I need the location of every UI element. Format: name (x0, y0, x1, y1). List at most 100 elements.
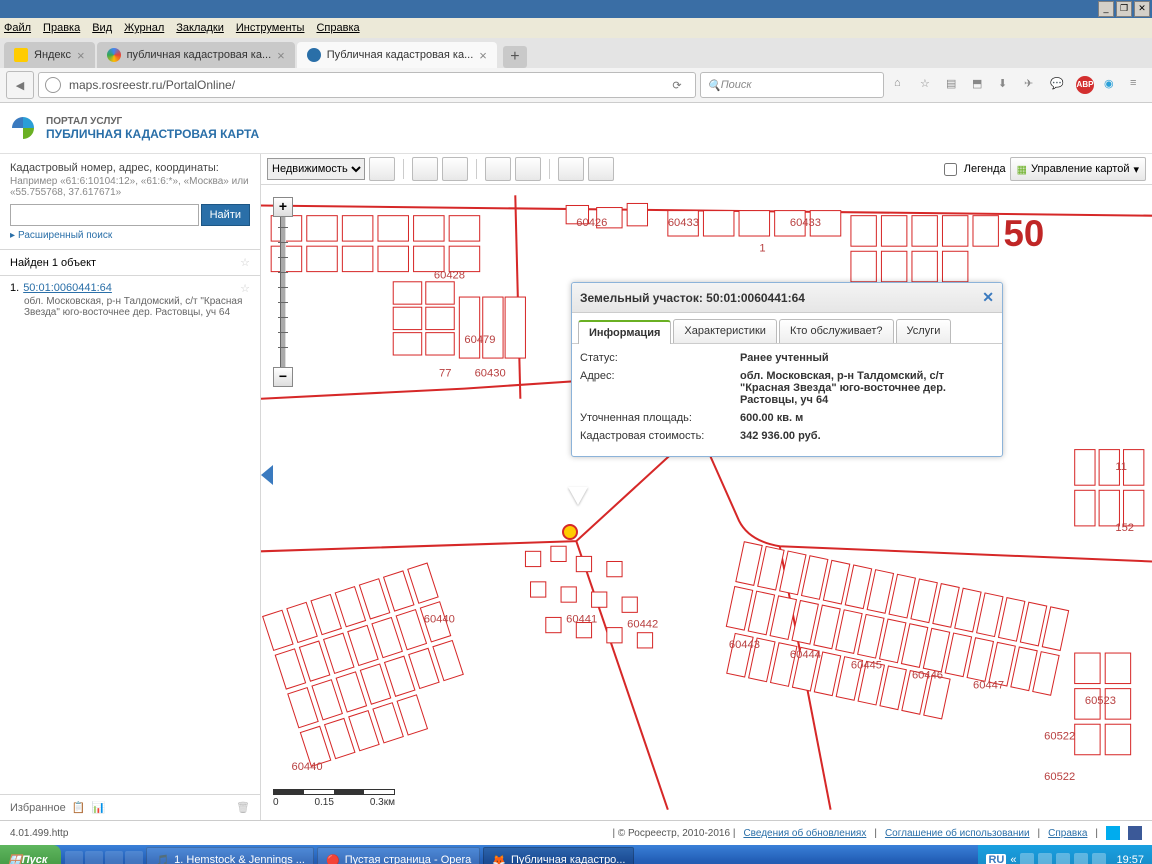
abp-icon[interactable]: ABP (1076, 76, 1094, 94)
fav-icon1[interactable]: 📋 (72, 801, 86, 814)
tab-close[interactable]: × (479, 48, 487, 63)
trash-icon[interactable]: 🗑 (236, 801, 250, 814)
popup-tab-service[interactable]: Кто обслуживает? (779, 319, 894, 343)
twitter-icon[interactable] (1106, 826, 1120, 840)
svg-text:60447: 60447 (973, 680, 1004, 692)
tab-yandex[interactable]: Яндекс × (4, 42, 95, 68)
svg-text:60443: 60443 (729, 639, 760, 651)
facebook-icon[interactable] (1128, 826, 1142, 840)
newtab-button[interactable]: + (503, 46, 527, 68)
menu-history[interactable]: Журнал (124, 22, 164, 34)
popup-tab-chars[interactable]: Характеристики (673, 319, 777, 343)
pointer-tool[interactable] (369, 157, 395, 181)
map-marker[interactable] (562, 524, 578, 540)
back-button[interactable]: ◀ (6, 71, 34, 99)
menu-help[interactable]: Справка (316, 22, 359, 34)
home-icon[interactable]: ⌂ (894, 77, 910, 93)
help-tool[interactable] (442, 157, 468, 181)
tray-icon[interactable] (1074, 853, 1088, 864)
tab-close[interactable]: × (77, 48, 85, 63)
zoom-out[interactable]: − (273, 367, 293, 387)
sidebar-expand-arrow[interactable] (261, 465, 273, 485)
tab-google[interactable]: публичная кадастровая ка... × (97, 42, 295, 68)
lang-indicator[interactable]: RU (986, 854, 1006, 864)
ql-icon[interactable] (85, 851, 103, 864)
clock[interactable]: 19:57 (1116, 854, 1144, 864)
footer-link-updates[interactable]: Сведения об обновлениях (743, 828, 866, 839)
results-header: Найден 1 объект ☆ (0, 250, 260, 276)
print-tool[interactable] (558, 157, 584, 181)
svg-text:60426: 60426 (576, 217, 607, 229)
link-tool[interactable] (588, 157, 614, 181)
rosreestr-logo (10, 115, 36, 141)
info-tool[interactable] (412, 157, 438, 181)
url-input[interactable] (67, 77, 659, 93)
search-button[interactable]: Найти (201, 204, 250, 226)
result-cadastral-number[interactable]: 50:01:0060441:64 (23, 282, 112, 294)
menu-view[interactable]: Вид (92, 22, 112, 34)
popup-tab-info[interactable]: Информация (578, 320, 671, 344)
footer-link-help[interactable]: Справка (1048, 828, 1087, 839)
tab-rosreestr[interactable]: Публичная кадастровая ка... × (297, 42, 497, 68)
start-button[interactable]: 🪟 Пуск (0, 845, 61, 864)
map-control-button[interactable]: ▦ Управление картой ▾ (1010, 157, 1146, 181)
window-maximize[interactable]: ❐ (1116, 1, 1132, 17)
tray-icon[interactable] (1056, 853, 1070, 864)
star-icon[interactable]: ☆ (920, 77, 936, 93)
measure-tool[interactable] (485, 157, 511, 181)
browser-search[interactable]: 🔍 Поиск (700, 72, 884, 98)
svg-text:60523: 60523 (1085, 695, 1116, 707)
url-bar[interactable]: ⟳ (38, 72, 696, 98)
tray-icon[interactable] (1092, 853, 1106, 864)
taskbar-item-active[interactable]: 🦊 Публичная кадастро... (483, 847, 634, 864)
tray-icon[interactable] (1020, 853, 1034, 864)
reload-button[interactable]: ⟳ (665, 73, 689, 97)
ql-icon[interactable] (65, 851, 83, 864)
layer-select[interactable]: Недвижимость (267, 158, 365, 180)
taskbar-item[interactable]: 🎵 1. Hemstock & Jennings ... (146, 847, 314, 864)
list-icon[interactable]: ▤ (946, 77, 962, 93)
menu-tools[interactable]: Инструменты (236, 22, 305, 34)
area-tool[interactable] (515, 157, 541, 181)
ql-icon[interactable] (125, 851, 143, 864)
menu-icon[interactable]: ≡ (1130, 77, 1146, 93)
copyright: © Росреестр, 2010-2016 (618, 828, 730, 839)
search-result[interactable]: ☆ 1. 50:01:0060441:64 обл. Московская, р… (0, 276, 260, 794)
download-icon[interactable]: ⬇ (998, 77, 1014, 93)
tab-close[interactable]: × (277, 48, 285, 63)
popup-tab-services[interactable]: Услуги (896, 319, 952, 343)
popup-content[interactable]: Статус:Ранее учтенный Адрес:обл. Московс… (572, 344, 1002, 456)
tray-expand[interactable]: « (1010, 854, 1016, 864)
zoom-in[interactable]: + (273, 197, 293, 217)
menu-file[interactable]: Файл (4, 22, 31, 34)
ql-icon[interactable] (105, 851, 123, 864)
window-minimize[interactable]: _ (1098, 1, 1114, 17)
field-value: обл. Московская, р-н Талдомский, с/т "Кр… (740, 370, 994, 406)
cadastral-search-input[interactable] (10, 204, 199, 226)
send-icon[interactable]: ✈ (1024, 77, 1040, 93)
star-icon[interactable]: ☆ (240, 256, 250, 269)
tray-icon[interactable] (1038, 853, 1052, 864)
search-placeholder: Поиск (721, 79, 752, 91)
footer-link-terms[interactable]: Соглашение об использовании (885, 828, 1030, 839)
globe-icon (45, 77, 61, 93)
shield-icon[interactable]: ◉ (1104, 77, 1120, 93)
result-star-icon[interactable]: ☆ (240, 282, 250, 295)
taskbar-item[interactable]: 🔴 Пустая страница - Opera (317, 847, 480, 864)
legend-toggle[interactable]: Легенда (940, 160, 1006, 179)
advanced-search-link[interactable]: ▸ Расширенный поиск (10, 230, 250, 241)
svg-text:77: 77 (439, 367, 451, 379)
chat-icon[interactable]: 💬 (1050, 77, 1066, 93)
popup-close[interactable]: ✕ (982, 289, 994, 306)
browser-navbar: ◀ ⟳ 🔍 Поиск ⌂ ☆ ▤ ⬒ ⬇ ✈ 💬 ABP ◉ ≡ (0, 68, 1152, 103)
map-canvas[interactable]: 50 60426 60428 60433 60433 1 60479 60430… (261, 185, 1152, 820)
pocket-icon[interactable]: ⬒ (972, 77, 988, 93)
svg-text:60441: 60441 (566, 614, 597, 626)
window-close[interactable]: ✕ (1134, 1, 1150, 17)
fav-icon2[interactable]: 📊 (91, 801, 105, 814)
zoom-slider[interactable] (280, 217, 286, 367)
menu-edit[interactable]: Правка (43, 22, 80, 34)
svg-text:60522: 60522 (1044, 730, 1075, 742)
tab-label: публичная кадастровая ка... (127, 49, 272, 61)
menu-bookmarks[interactable]: Закладки (176, 22, 224, 34)
